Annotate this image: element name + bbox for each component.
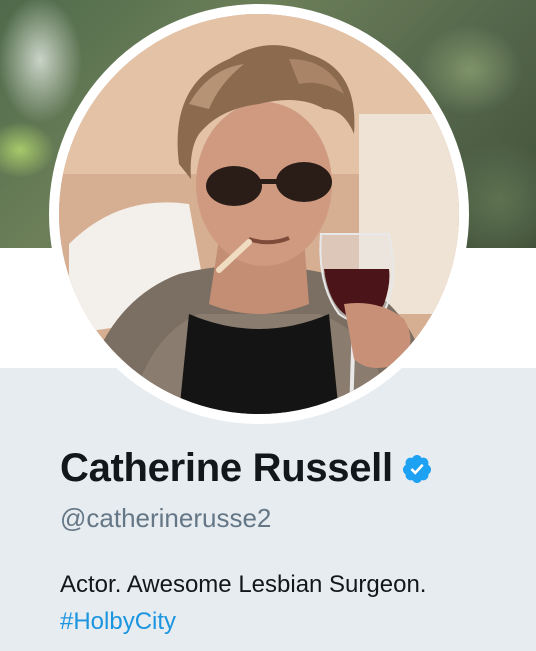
profile-name-row: Catherine Russell xyxy=(60,446,433,491)
bio-hashtag-link[interactable]: #HolbyCity xyxy=(60,608,176,635)
profile-bio: Actor. Awesome Lesbian Surgeon. #HolbyCi… xyxy=(60,566,530,640)
verified-badge-icon xyxy=(401,453,433,485)
avatar[interactable] xyxy=(59,14,459,414)
bio-text: Actor. Awesome Lesbian Surgeon. xyxy=(60,571,427,598)
profile-display-name[interactable]: Catherine Russell xyxy=(60,446,393,491)
profile-handle[interactable]: @catherinerusse2 xyxy=(60,503,271,534)
